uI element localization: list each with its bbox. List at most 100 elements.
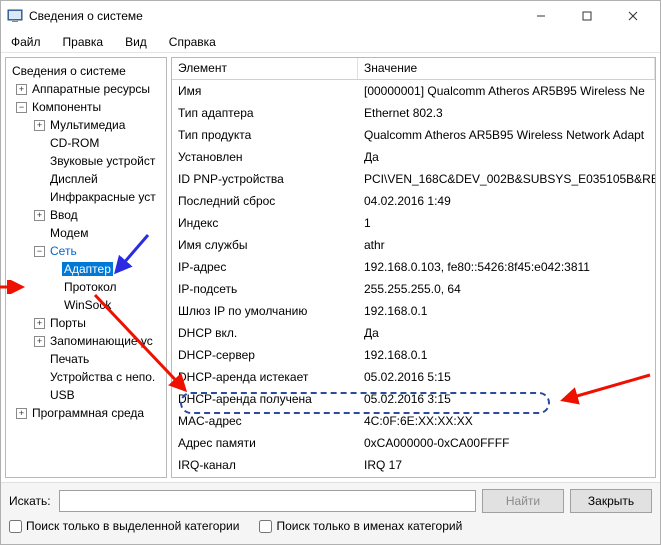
maximize-button[interactable]	[564, 1, 610, 31]
tree-adapter[interactable]: Адаптер	[6, 260, 166, 278]
list-row[interactable]: DHCP вкл.Да	[172, 322, 655, 344]
tree-display[interactable]: Дисплей	[6, 170, 166, 188]
list-row[interactable]: Шлюз IP по умолчанию192.168.0.1	[172, 300, 655, 322]
tree-input[interactable]: + Ввод	[6, 206, 166, 224]
list-row[interactable]: MAC-адрес4C:0F:6E:XX:XX:XX	[172, 410, 655, 432]
cell-name: DHCP вкл.	[172, 324, 358, 342]
list-row[interactable]: ID PNP-устройстваPCI\VEN_168C&DEV_002B&S…	[172, 168, 655, 190]
expand-icon[interactable]: +	[34, 120, 45, 131]
tree-winsock[interactable]: WinSock	[6, 296, 166, 314]
tree-sound[interactable]: Звуковые устройст	[6, 152, 166, 170]
tree-hardware[interactable]: + Аппаратные ресурсы	[6, 80, 166, 98]
cell-value: Qualcomm Atheros AR5B95 Wireless Network…	[358, 126, 655, 144]
tree-protocol[interactable]: Протокол	[6, 278, 166, 296]
cell-value: Да	[358, 148, 655, 166]
search-input[interactable]	[59, 490, 476, 512]
list-row[interactable]: Последний сброс04.02.2016 1:49	[172, 190, 655, 212]
tree-components[interactable]: − Компоненты	[6, 98, 166, 116]
list-row[interactable]: УстановленДа	[172, 146, 655, 168]
details-list[interactable]: Имя[00000001] Qualcomm Atheros AR5B95 Wi…	[172, 80, 655, 477]
list-row[interactable]: Имя[00000001] Qualcomm Atheros AR5B95 Wi…	[172, 80, 655, 102]
cell-value: 4C:0F:6E:XX:XX:XX	[358, 412, 655, 430]
cell-name: IP-подсеть	[172, 280, 358, 298]
cell-name: Тип адаптера	[172, 104, 358, 122]
cell-name: Имя	[172, 82, 358, 100]
tree-root[interactable]: Сведения о системе	[6, 62, 166, 80]
list-row[interactable]: IRQ-каналIRQ 17	[172, 454, 655, 476]
menu-view[interactable]: Вид	[119, 33, 153, 51]
tree-modem[interactable]: Модем	[6, 224, 166, 242]
list-row[interactable]: Имя службыathr	[172, 234, 655, 256]
cell-name: Индекс	[172, 214, 358, 232]
tree-problem[interactable]: Устройства с непо.	[6, 368, 166, 386]
list-row[interactable]: DHCP-сервер192.168.0.1	[172, 344, 655, 366]
tree-network[interactable]: − Сеть	[6, 242, 166, 260]
tree-software[interactable]: + Программная среда	[6, 404, 166, 422]
list-row[interactable]: Тип продуктаQualcomm Atheros AR5B95 Wire…	[172, 124, 655, 146]
checkbox-selection-only[interactable]: Поиск только в выделенной категории	[9, 519, 239, 533]
cell-name: IP-адрес	[172, 258, 358, 276]
cell-value: 04.02.2016 1:49	[358, 192, 655, 210]
tree-infrared[interactable]: Инфракрасные уст	[6, 188, 166, 206]
expand-icon[interactable]: +	[34, 210, 45, 221]
expand-icon[interactable]: +	[16, 84, 27, 95]
find-button[interactable]: Найти	[482, 489, 564, 513]
search-bar: Искать: Найти Закрыть Поиск только в выд…	[1, 482, 660, 544]
list-row[interactable]: Адрес памяти0xCA000000-0xCA00FFFF	[172, 432, 655, 454]
column-headers: Элемент Значение	[172, 58, 655, 80]
cell-name: Установлен	[172, 148, 358, 166]
cell-value: [00000001] Qualcomm Atheros AR5B95 Wirel…	[358, 82, 655, 100]
cell-name: Имя службы	[172, 236, 358, 254]
cell-value: 1	[358, 214, 655, 232]
close-search-button[interactable]: Закрыть	[570, 489, 652, 513]
menu-file[interactable]: Файл	[5, 33, 47, 51]
details-pane: Элемент Значение Имя[00000001] Qualcomm …	[171, 57, 656, 478]
column-element[interactable]: Элемент	[172, 58, 358, 79]
cell-name: DHCP-аренда истекает	[172, 368, 358, 386]
close-button[interactable]	[610, 1, 656, 31]
collapse-icon[interactable]: −	[34, 246, 45, 257]
expand-icon[interactable]: +	[34, 318, 45, 329]
cell-value: 05.02.2016 3:15	[358, 390, 655, 408]
column-value[interactable]: Значение	[358, 58, 655, 79]
checkbox-names-only-input[interactable]	[259, 520, 272, 533]
menu-edit[interactable]: Правка	[57, 33, 110, 51]
cell-name: Тип продукта	[172, 126, 358, 144]
tree-printing[interactable]: Печать	[6, 350, 166, 368]
list-row[interactable]: Тип адаптераEthernet 802.3	[172, 102, 655, 124]
cell-value: Ethernet 802.3	[358, 104, 655, 122]
tree-ports[interactable]: + Порты	[6, 314, 166, 332]
cell-value: 255.255.255.0, 64	[358, 280, 655, 298]
checkbox-names-only[interactable]: Поиск только в именах категорий	[259, 519, 462, 533]
list-row[interactable]: IP-адрес192.168.0.103, fe80::5426:8f45:e…	[172, 256, 655, 278]
cell-name: MAC-адрес	[172, 412, 358, 430]
cell-name: Последний сброс	[172, 192, 358, 210]
tree-multimedia[interactable]: + Мультимедиа	[6, 116, 166, 134]
cell-name: DHCP-аренда получена	[172, 390, 358, 408]
list-row[interactable]: DHCP-аренда истекает05.02.2016 5:15	[172, 366, 655, 388]
tree-pane[interactable]: Сведения о системе + Аппаратные ресурсы …	[5, 57, 167, 478]
cell-value: 05.02.2016 5:15	[358, 368, 655, 386]
app-icon	[7, 8, 23, 24]
list-row[interactable]: Драйверc:\windows\system32\drivers\athw1…	[172, 476, 655, 477]
cell-value: athr	[358, 236, 655, 254]
expand-icon[interactable]: +	[16, 408, 27, 419]
list-row[interactable]: IP-подсеть255.255.255.0, 64	[172, 278, 655, 300]
tree-storage[interactable]: + Запоминающие ус	[6, 332, 166, 350]
search-label: Искать:	[9, 494, 53, 508]
window-title: Сведения о системе	[29, 9, 518, 23]
list-row[interactable]: DHCP-аренда получена05.02.2016 3:15	[172, 388, 655, 410]
cell-name: ID PNP-устройства	[172, 170, 358, 188]
collapse-icon[interactable]: −	[16, 102, 27, 113]
checkbox-selection-only-input[interactable]	[9, 520, 22, 533]
tree-usb[interactable]: USB	[6, 386, 166, 404]
minimize-button[interactable]	[518, 1, 564, 31]
tree-cdrom[interactable]: CD-ROM	[6, 134, 166, 152]
menu-help[interactable]: Справка	[163, 33, 222, 51]
cell-name: DHCP-сервер	[172, 346, 358, 364]
expand-icon[interactable]: +	[34, 336, 45, 347]
cell-value: 192.168.0.1	[358, 302, 655, 320]
cell-value: IRQ 17	[358, 456, 655, 474]
list-row[interactable]: Индекс1	[172, 212, 655, 234]
cell-value: 0xCA000000-0xCA00FFFF	[358, 434, 655, 452]
